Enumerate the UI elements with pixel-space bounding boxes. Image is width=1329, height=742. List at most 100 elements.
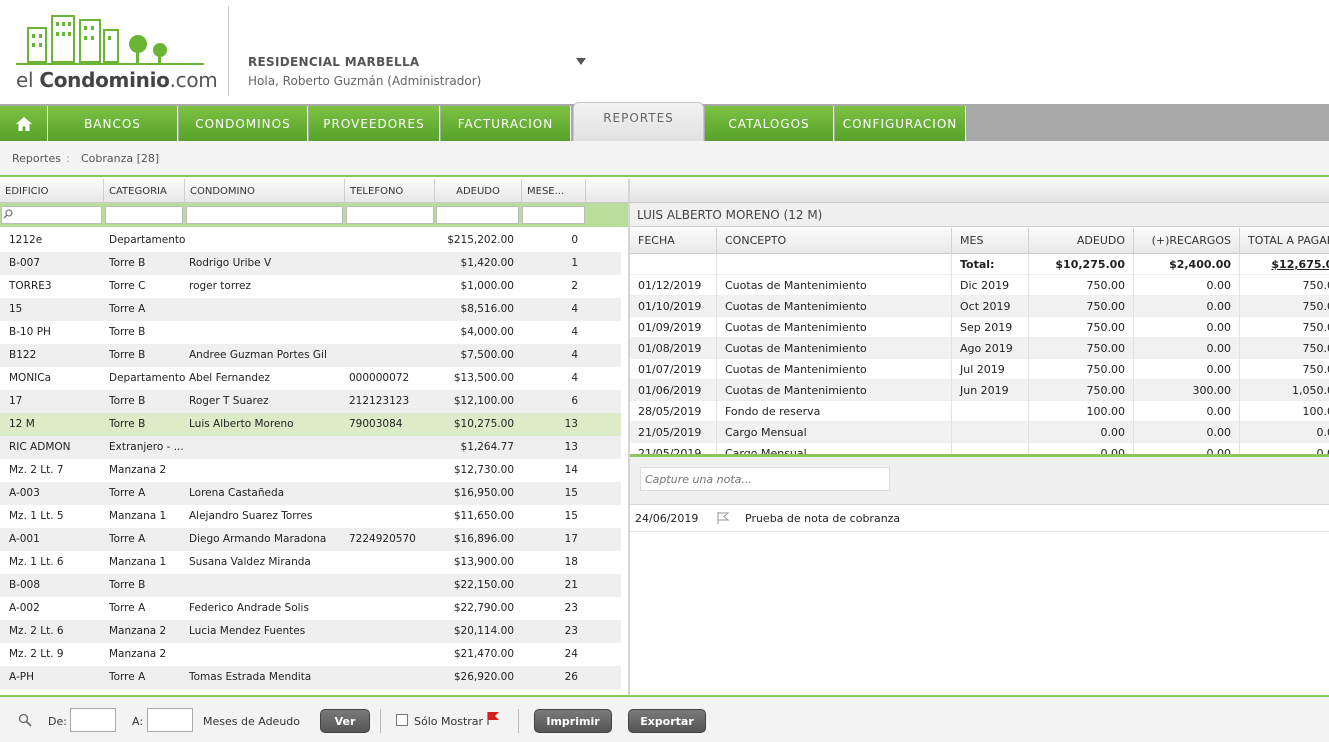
cell-categoria: Torre C <box>109 280 146 292</box>
detail-row[interactable]: 01/07/2019 Cuotas de Mantenimiento Jul 201… <box>630 359 1329 380</box>
cell-adeudo: $1,000.00 <box>460 280 514 292</box>
cell-adeudo: $1,264.77 <box>460 441 514 453</box>
logo[interactable]: el Condominio.com <box>14 10 218 95</box>
cell-telefono <box>349 252 434 275</box>
dcell-adeudo: 750.00 <box>1029 317 1134 338</box>
detail-row[interactable]: 28/05/2019 Fondo de reserva 100.00 0.00 100.… <box>630 401 1329 422</box>
months-from-input[interactable] <box>70 708 116 732</box>
table-row[interactable]: A-001 Torre A Diego Armando Maradona 722492… <box>0 528 621 551</box>
flag-outline-icon[interactable] <box>716 511 730 525</box>
cell-adeudo: $21,470.00 <box>453 648 514 660</box>
print-button[interactable]: Imprimir <box>534 709 612 733</box>
detail-row[interactable]: 21/05/2019Cargo Mensual0.000.000.00 <box>630 443 1329 454</box>
table-row[interactable]: A-002 Torre A Federico Andrade Solis $22,79… <box>0 597 621 620</box>
header-divider <box>228 6 229 96</box>
detail-row[interactable]: 01/08/2019 Cuotas de Mantenimiento Ago 201… <box>630 338 1329 359</box>
table-row[interactable]: B-007 Torre B Rodrigo Uribe V $1,420.00 1 <box>0 252 621 275</box>
cell-adeudo: $13,500.00 <box>453 372 514 384</box>
table-row[interactable]: Mz. 2 Lt. 7 Manzana 2 $12,730.00 14 <box>0 459 621 482</box>
detail-row[interactable]: 01/10/2019 Cuotas de Mantenimiento Oct 201… <box>630 296 1329 317</box>
detail-row[interactable]: 01/12/2019 Cuotas de Mantenimiento Dic 201… <box>630 275 1329 296</box>
col-categoria[interactable]: CATEGORIA <box>104 179 185 203</box>
cell-adeudo: $8,516.00 <box>460 303 514 315</box>
dcol-mes[interactable]: MES <box>952 228 1029 254</box>
cell-condomino <box>189 643 344 666</box>
nav-catalogos[interactable]: CATALOGOS <box>705 106 834 141</box>
dcol-adeudo[interactable]: ADEUDO <box>1029 228 1134 254</box>
detail-row[interactable]: 21/05/2019Cargo Mensual0.000.000.00 <box>630 422 1329 443</box>
table-row[interactable]: Mz. 2 Lt. 9 Manzana 2 $21,470.00 24 <box>0 643 621 666</box>
cell-adeudo: $10,275.00 <box>453 418 514 430</box>
table-row[interactable]: Mz. 2 Lt. 6 Manzana 2 Lucia Mendez Fuentes… <box>0 620 621 643</box>
nav-reportes[interactable]: REPORTES <box>573 102 704 141</box>
dcell-recargos: 0.00 <box>1134 422 1240 443</box>
filter-telefono[interactable] <box>346 206 434 224</box>
cell-condomino <box>189 229 344 252</box>
filter-adeudo[interactable] <box>436 206 519 224</box>
table-row[interactable]: 1212e Departamento $215,202.00 0 <box>0 229 621 252</box>
table-row[interactable]: B122 Torre B Andree Guzman Portes Gil $7,50… <box>0 344 621 367</box>
note-date: 24/06/2019 <box>635 512 699 525</box>
dcol-recargos[interactable]: (+)RECARGOS <box>1134 228 1240 254</box>
dcell-recargos: 0.00 <box>1134 443 1240 454</box>
dcell-concepto: Cargo Mensual <box>717 443 952 454</box>
col-edificio[interactable]: EDIFICIO <box>0 179 104 203</box>
dcell-total: 0.00 <box>1240 422 1329 443</box>
table-row[interactable]: A-PH Torre A Tomas Estrada Mendita $26,920.… <box>0 666 621 689</box>
filter-condomino[interactable] <box>186 206 343 224</box>
table-row[interactable]: Mz. 1 Lt. 5 Manzana 1 Alejandro Suarez Tor… <box>0 505 621 528</box>
export-button[interactable]: Exportar <box>628 709 706 733</box>
dcol-fecha[interactable]: FECHA <box>630 228 717 254</box>
cell-adeudo: $215,202.00 <box>447 234 514 246</box>
table-row[interactable]: 12 M Torre B Luis Alberto Moreno 79003084 $1… <box>0 413 621 436</box>
detail-row[interactable]: 01/09/2019 Cuotas de Mantenimiento Sep 201… <box>630 317 1329 338</box>
cell-categoria: Torre B <box>109 395 146 407</box>
col-condomino[interactable]: CONDOMINO <box>185 179 345 203</box>
note-item[interactable]: 24/06/2019 Prueba de nota de cobranza <box>630 506 1329 532</box>
from-label: De: <box>48 715 67 728</box>
filter-meses[interactable] <box>522 206 585 224</box>
nav-facturacion[interactable]: FACTURACION <box>441 106 571 141</box>
dcol-total[interactable]: TOTAL A PAGAR <box>1240 228 1329 254</box>
table-row[interactable]: Mz. 1 Lt. 6 Manzana 1 Susana Valdez Mirand… <box>0 551 621 574</box>
cell-edificio: A-001 <box>9 533 40 545</box>
grid-header: EDIFICIO CATEGORIA CONDOMINO TELEFONO AD… <box>0 179 628 203</box>
only-show-checkbox[interactable] <box>396 714 408 726</box>
cell-edificio: B-007 <box>9 257 41 269</box>
dcol-concepto[interactable]: CONCEPTO <box>717 228 952 254</box>
cell-meses: 1 <box>571 257 578 269</box>
table-row[interactable]: A-003 Torre A Lorena Castañeda $16,950.00 15 <box>0 482 621 505</box>
col-adeudo[interactable]: ADEUDO <box>435 179 522 203</box>
cell-categoria: Manzana 1 <box>109 510 167 522</box>
detail-row[interactable]: 01/06/2019 Cuotas de Mantenimiento Jun 201… <box>630 380 1329 401</box>
nav-bancos[interactable]: BANCOS <box>48 106 178 141</box>
table-row[interactable]: 15 Torre A $8,516.00 4 <box>0 298 621 321</box>
filter-edificio[interactable] <box>1 206 102 224</box>
months-to-input[interactable] <box>147 708 193 732</box>
col-telefono[interactable]: TELEFONO <box>345 179 435 203</box>
view-button[interactable]: Ver <box>320 709 370 733</box>
condo-name[interactable]: RESIDENCIAL MARBELLA <box>248 55 420 69</box>
col-meses[interactable]: MESE... <box>522 179 586 203</box>
table-row[interactable]: B-008 Torre B $22,150.00 21 <box>0 574 621 597</box>
nav-home[interactable] <box>0 106 48 141</box>
cell-meses: 21 <box>564 579 578 591</box>
cell-meses: 18 <box>564 556 578 568</box>
breadcrumb-section[interactable]: Reportes <box>12 152 61 165</box>
search-icon <box>3 209 13 219</box>
note-input[interactable] <box>640 467 890 491</box>
table-row[interactable]: TORRE3 Torre C roger torrez $1,000.00 2 <box>0 275 621 298</box>
filter-categoria[interactable] <box>105 206 183 224</box>
nav-proveedores[interactable]: PROVEEDORES <box>309 106 440 141</box>
dcell-mes <box>952 401 1029 422</box>
table-row[interactable]: 17 Torre B Roger T Suarez 212123123 $12,100.… <box>0 390 621 413</box>
dcell-total: 750.00 <box>1240 359 1329 380</box>
nav-configuracion[interactable]: CONFIGURACION <box>835 106 966 141</box>
cell-edificio: A-PH <box>9 671 34 683</box>
table-row[interactable]: MONICa Departamento Abel Fernandez 00000007… <box>0 367 621 390</box>
nav-condominos[interactable]: CONDOMINOS <box>179 106 308 141</box>
condo-dropdown-arrow-icon[interactable] <box>576 58 586 65</box>
table-row[interactable]: B-10 PH Torre B $4,000.00 4 <box>0 321 621 344</box>
table-row[interactable]: RIC ADMON Extranjero - ... $1,264.77 13 <box>0 436 621 459</box>
cell-edificio: Mz. 1 Lt. 5 <box>9 510 64 522</box>
